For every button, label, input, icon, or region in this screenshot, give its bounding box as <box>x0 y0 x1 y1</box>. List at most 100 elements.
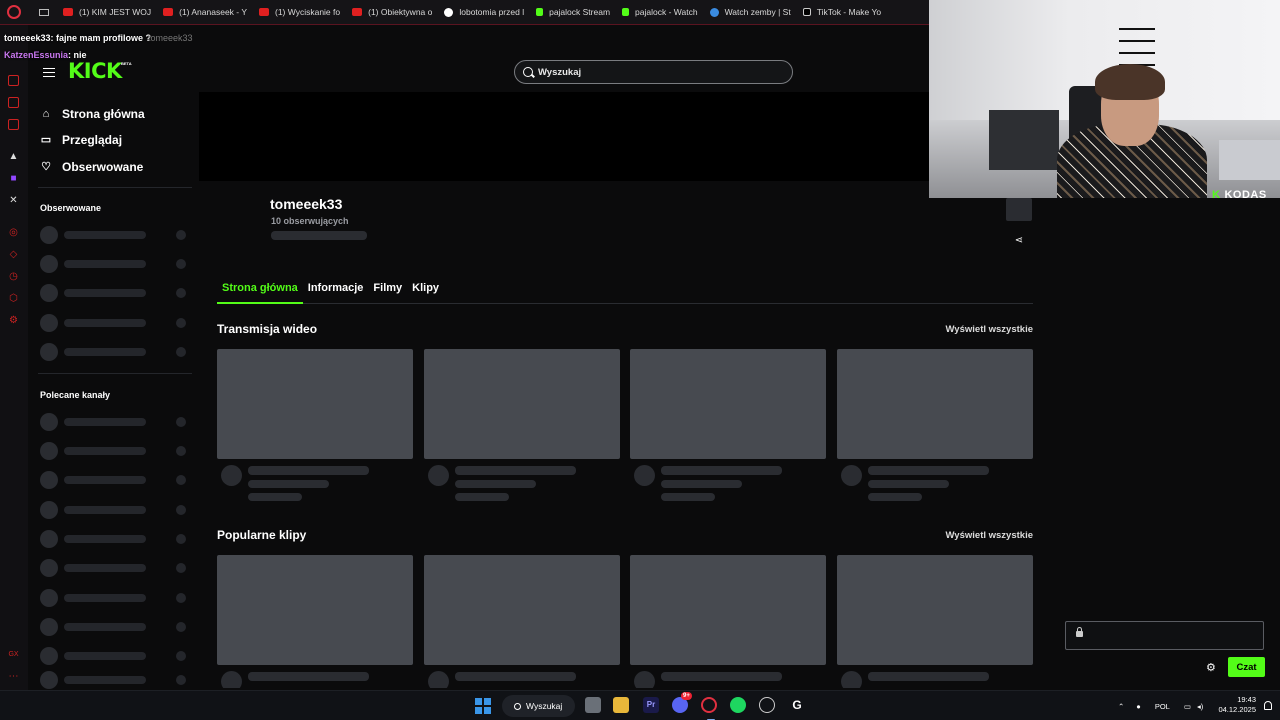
chat-input[interactable] <box>1065 621 1264 650</box>
video-card[interactable] <box>630 349 826 501</box>
clip-card[interactable] <box>837 555 1033 688</box>
nav-following[interactable]: ♡ Obserwowane <box>40 160 143 174</box>
browser-tab[interactable]: (1) KIM JEST WOJ <box>57 0 157 25</box>
browser-tab[interactable]: (1) Wyciskanie fo <box>253 0 346 25</box>
chevron-up-icon[interactable]: ⌃ <box>1118 702 1124 711</box>
follower-count: 10 obserwujących <box>271 216 349 226</box>
list-item <box>40 343 188 361</box>
logitech-icon[interactable]: G <box>789 697 805 713</box>
x-icon[interactable]: ✕ <box>8 195 19 206</box>
chat-overlay-line: KatzenEssunia: nie <box>4 50 87 60</box>
aria-icon[interactable] <box>8 75 19 86</box>
player-icon[interactable]: ◎ <box>8 227 19 238</box>
file-explorer-icon[interactable] <box>613 697 629 713</box>
youtube-icon <box>259 8 269 16</box>
opera-logo-icon[interactable] <box>7 5 21 19</box>
more-icon[interactable]: ⋯ <box>8 671 19 682</box>
list-item <box>40 618 188 636</box>
view-all-videos-link[interactable]: Wyświetl wszystkie <box>946 324 1033 335</box>
lock-icon <box>1076 627 1083 637</box>
chat-settings-gear-icon[interactable]: ⚙ <box>1206 661 1216 674</box>
messenger-icon[interactable] <box>8 97 19 108</box>
windows-taskbar: Wyszukaj Pr 9+ G ⌃ ● POL ▭ ◂) 19:43 04.12… <box>0 690 1280 720</box>
kick-sidebar-icon[interactable]: ▲ <box>8 151 19 162</box>
discord-icon[interactable]: 9+ <box>672 692 692 713</box>
search-bar[interactable] <box>514 60 793 84</box>
browser-tab-strip: (1) KIM JEST WOJ (1) Ananaseek - Y (1) W… <box>0 0 930 25</box>
heart-icon: ♡ <box>41 161 51 173</box>
tab-about[interactable]: Informacje <box>303 279 369 304</box>
search-input[interactable] <box>538 66 758 78</box>
browser-tab[interactable]: (1) Obiektywna o <box>346 0 438 25</box>
browser-tab[interactable]: lobotomia przed l <box>438 0 530 25</box>
microphone-icon[interactable]: ● <box>1136 702 1141 711</box>
notification-bell-icon[interactable] <box>1264 701 1272 710</box>
pinboard-icon[interactable]: ◇ <box>8 249 19 260</box>
twitch-icon[interactable]: ■ <box>8 173 19 184</box>
thumbnail-skeleton <box>217 555 413 665</box>
obs-icon[interactable] <box>759 697 775 713</box>
bed <box>1219 140 1280 180</box>
taskbar-search[interactable]: Wyszukaj <box>502 695 575 717</box>
video-card[interactable] <box>837 349 1033 501</box>
taskbar-clock[interactable]: 19:43 04.12.2025 <box>1218 695 1256 715</box>
tab-clips[interactable]: Klipy <box>407 279 444 304</box>
task-view-icon[interactable] <box>585 697 601 713</box>
webcam-overlay: K KODAS <box>929 0 1280 198</box>
list-item <box>40 442 188 460</box>
kick-icon <box>622 8 630 16</box>
nav-browse[interactable]: ▭ Przeglądaj <box>40 133 122 147</box>
share-icon[interactable]: ⋖ <box>1013 236 1025 246</box>
channel-tabs: Strona główna Informacje Filmy Klipy <box>217 279 1033 304</box>
spotify-icon[interactable] <box>730 697 746 713</box>
list-item <box>40 530 188 548</box>
browser-tab[interactable]: pajalock Stream <box>530 0 616 25</box>
tab-videos[interactable]: Filmy <box>368 279 407 304</box>
display-icon[interactable]: ▭ <box>1184 702 1191 711</box>
opera-gx-icon[interactable] <box>701 697 717 720</box>
desk <box>989 110 1059 170</box>
browser-tab[interactable]: pajalock - Watch <box>616 0 704 25</box>
windows-start-icon[interactable] <box>475 698 491 714</box>
view-all-clips-link[interactable]: Wyświetl wszystkie <box>946 530 1033 541</box>
follow-button-skeleton[interactable] <box>1006 198 1032 221</box>
clip-card[interactable] <box>424 555 620 688</box>
list-item <box>40 284 188 302</box>
opera-sidebar: ▲ ■ ✕ ◎ ◇ ◷ ⬡ ⚙ GX ⋯ <box>0 25 28 690</box>
tab-home[interactable]: Strona główna <box>217 279 303 304</box>
settings-icon[interactable]: ⚙ <box>8 315 19 326</box>
person-hair <box>1095 64 1165 100</box>
extensions-icon[interactable]: ⬡ <box>8 293 19 304</box>
browser-tab[interactable]: (1) Ananaseek - Y <box>157 0 253 25</box>
thumbnail-skeleton <box>837 349 1033 459</box>
browser-tab[interactable]: TikTok - Make Yo <box>797 0 887 25</box>
thumbnail-skeleton <box>217 349 413 459</box>
chat-send-button[interactable]: Czat <box>1228 657 1265 677</box>
language-indicator[interactable]: POL <box>1155 702 1170 711</box>
section-title-clips: Popularne klipy <box>217 528 307 542</box>
browser-tab[interactable]: Watch zemby | St <box>704 0 797 25</box>
premiere-pro-icon[interactable]: Pr <box>643 697 659 713</box>
kick-logo[interactable]: KICK <box>68 59 122 83</box>
home-icon: ⌂ <box>42 108 50 120</box>
browse-icon: ▭ <box>40 134 52 146</box>
video-card[interactable] <box>424 349 620 501</box>
webcam-brand: K KODAS <box>1212 189 1267 198</box>
volume-icon[interactable]: ◂) <box>1197 702 1203 711</box>
mail-icon[interactable] <box>39 8 49 16</box>
m-icon[interactable] <box>8 119 19 130</box>
thumbnail-skeleton <box>424 349 620 459</box>
history-icon[interactable]: ◷ <box>8 271 19 282</box>
youtube-icon <box>352 8 363 16</box>
list-item <box>40 471 188 489</box>
gx-icon[interactable]: GX <box>8 649 19 660</box>
google-icon <box>444 7 454 17</box>
discord-badge: 9+ <box>681 692 692 700</box>
recommended-section-title: Polecane kanały <box>40 390 111 400</box>
list-item <box>40 226 188 244</box>
video-card[interactable] <box>217 349 413 501</box>
hamburger-menu-icon[interactable] <box>43 68 55 77</box>
clip-card[interactable] <box>630 555 826 688</box>
nav-home[interactable]: ⌂ Strona główna <box>40 107 145 121</box>
clip-card[interactable] <box>217 555 413 688</box>
